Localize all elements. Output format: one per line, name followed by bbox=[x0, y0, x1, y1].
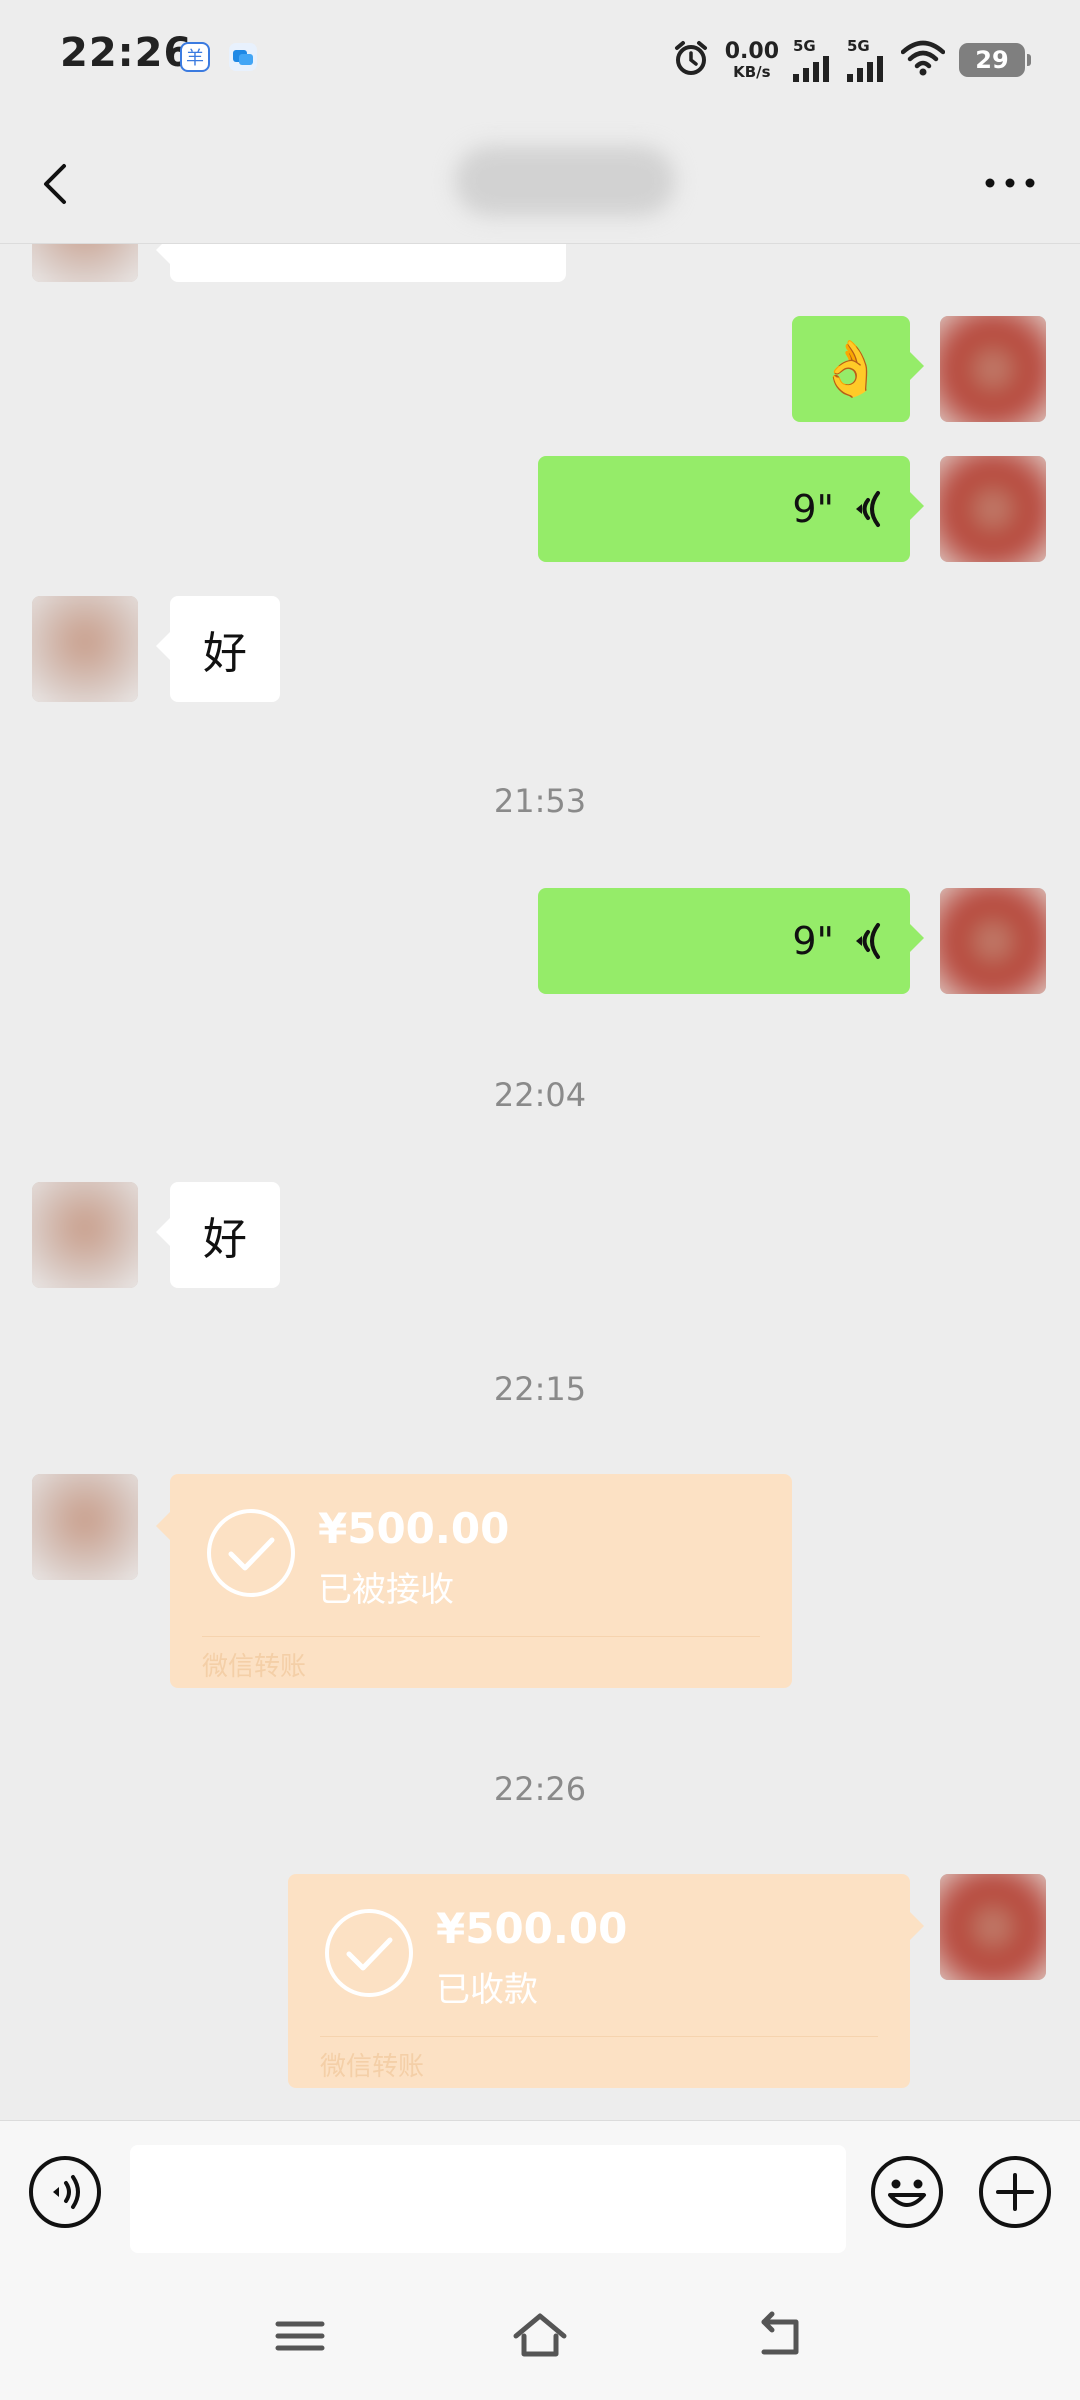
alarm-icon bbox=[671, 38, 711, 82]
message-input[interactable] bbox=[130, 2145, 846, 2253]
emoji-button[interactable] bbox=[870, 2155, 944, 2229]
ellipsis-icon bbox=[985, 178, 1035, 188]
transfer-brand: 微信转账 bbox=[320, 2052, 425, 2082]
signal-icon bbox=[847, 55, 883, 82]
voice-message-bubble[interactable]: 9" bbox=[538, 456, 924, 562]
voice-mode-button[interactable] bbox=[28, 2155, 102, 2229]
contact-avatar[interactable] bbox=[32, 1474, 138, 1580]
emoji-icon bbox=[871, 2156, 943, 2228]
home-button[interactable] bbox=[510, 2308, 570, 2364]
back-button[interactable] bbox=[36, 154, 76, 214]
menu-button[interactable] bbox=[270, 2308, 330, 2364]
voice-message-bubble[interactable]: 9" bbox=[538, 888, 924, 994]
app-notification-icon: 羊 bbox=[180, 42, 210, 72]
transfer-amount: ¥500.00 bbox=[436, 1904, 628, 1953]
system-nav-bar bbox=[0, 2280, 1080, 2400]
sim1-signal: 5G bbox=[793, 36, 833, 82]
message-text: 好 bbox=[203, 628, 247, 679]
transfer-status: 已被接收 bbox=[318, 1570, 454, 1610]
more-functions-button[interactable] bbox=[978, 2155, 1052, 2229]
my-avatar[interactable] bbox=[940, 316, 1046, 422]
message-timestamp: 22:04 bbox=[493, 1076, 587, 1114]
message-text: 好 bbox=[203, 1214, 247, 1265]
transfer-brand: 微信转账 bbox=[202, 1652, 307, 1682]
back-icon bbox=[761, 2311, 799, 2355]
network-speed-unit: KB/s bbox=[733, 62, 771, 81]
transfer-divider bbox=[202, 1636, 760, 1637]
network-speed: 0.00 KB/s bbox=[724, 38, 779, 81]
emoji-message-bubble[interactable]: 👌 bbox=[792, 316, 924, 422]
status-indicators: 0.00 KB/s 5G 5G 29 bbox=[671, 30, 1031, 90]
message-timestamp: 21:53 bbox=[493, 782, 587, 820]
transfer-amount: ¥500.00 bbox=[318, 1504, 510, 1553]
voice-duration: 9" bbox=[792, 487, 834, 531]
message-timestamp: 22:15 bbox=[493, 1370, 587, 1408]
sim2-network-type: 5G bbox=[847, 36, 870, 55]
wifi-icon bbox=[900, 40, 946, 80]
network-speed-value: 0.00 bbox=[724, 38, 779, 64]
chat-title bbox=[455, 146, 675, 216]
text-message-bubble[interactable]: 好 bbox=[156, 1182, 280, 1288]
ok-hand-emoji: 👌 bbox=[817, 337, 885, 400]
back-nav-button[interactable] bbox=[750, 2308, 810, 2364]
my-avatar[interactable] bbox=[940, 1874, 1046, 1980]
voice-wave-icon bbox=[856, 491, 880, 527]
voice-duration: 9" bbox=[792, 919, 834, 963]
check-circle-icon bbox=[325, 1909, 413, 1997]
transfer-divider bbox=[320, 2036, 878, 2037]
more-button[interactable] bbox=[980, 168, 1040, 198]
my-avatar[interactable] bbox=[940, 888, 1046, 994]
sim2-signal: 5G bbox=[847, 36, 887, 82]
voice-mode-icon bbox=[29, 2156, 101, 2228]
transfer-status: 已收款 bbox=[436, 1970, 538, 2010]
plus-icon bbox=[979, 2156, 1051, 2228]
sim1-network-type: 5G bbox=[793, 36, 816, 55]
my-avatar[interactable] bbox=[940, 456, 1046, 562]
signal-icon bbox=[793, 55, 829, 82]
voice-wave-icon bbox=[856, 923, 880, 959]
check-circle-icon bbox=[207, 1509, 295, 1597]
chevron-left-icon bbox=[44, 164, 66, 204]
home-icon bbox=[513, 2313, 567, 2357]
contact-avatar[interactable] bbox=[32, 1182, 138, 1288]
contact-avatar[interactable] bbox=[32, 596, 138, 702]
battery-indicator: 29 bbox=[959, 43, 1031, 77]
chat-input-bar bbox=[0, 2120, 1080, 2281]
app-notification-icon bbox=[228, 42, 258, 72]
svg-text:羊: 羊 bbox=[186, 48, 204, 69]
message-timestamp: 22:26 bbox=[493, 1770, 587, 1808]
text-message-bubble[interactable]: 好 bbox=[156, 596, 280, 702]
status-time: 22:26 bbox=[60, 30, 193, 76]
transfer-card[interactable]: ¥500.00 已被接收 微信转账 bbox=[156, 1474, 792, 1688]
transfer-card[interactable]: ¥500.00 已收款 微信转账 bbox=[288, 1874, 924, 2088]
menu-icon bbox=[275, 2321, 325, 2351]
